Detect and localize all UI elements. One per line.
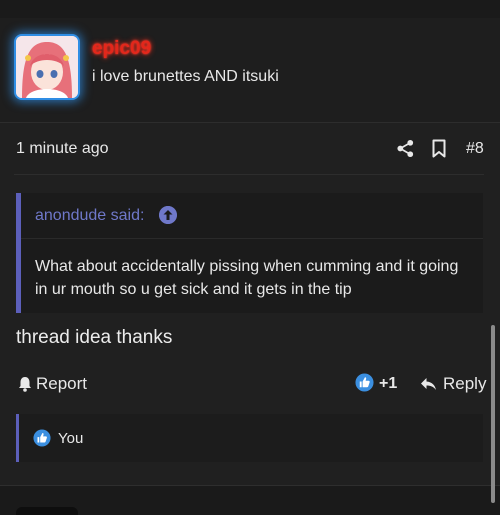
avatar[interactable] bbox=[14, 34, 80, 100]
user-title: i love brunettes AND itsuki bbox=[92, 68, 279, 85]
like-count[interactable]: +1 bbox=[379, 375, 397, 393]
username-link[interactable]: epic09 bbox=[92, 38, 151, 60]
bookmark-icon[interactable] bbox=[432, 139, 446, 158]
report-label: Report bbox=[36, 374, 88, 393]
quote-block: anondude said: What about accidentally p… bbox=[16, 193, 483, 313]
post-body: thread idea thanks bbox=[16, 327, 173, 348]
bell-icon bbox=[19, 377, 31, 392]
reply-button[interactable]: Reply bbox=[420, 374, 486, 394]
thumbs-up-icon bbox=[33, 429, 51, 447]
reply-label: Reply bbox=[443, 374, 487, 393]
quote-header: anondude said: bbox=[21, 193, 483, 239]
post-date[interactable]: 1 minute ago bbox=[16, 140, 109, 158]
share-icon[interactable] bbox=[396, 139, 415, 158]
next-post-edge bbox=[16, 507, 78, 515]
scrollbar[interactable] bbox=[491, 325, 495, 503]
header-divider bbox=[14, 174, 484, 175]
arrow-up-circle-icon[interactable] bbox=[159, 206, 177, 224]
reply-arrow-icon bbox=[421, 378, 436, 390]
reactions-bar[interactable]: You bbox=[16, 414, 483, 462]
report-button[interactable]: Report bbox=[18, 374, 87, 394]
quote-text: What about accidentally pissing when cum… bbox=[35, 258, 459, 298]
quote-author-link[interactable]: anondude said: bbox=[35, 207, 144, 225]
thumbs-up-icon[interactable] bbox=[355, 373, 374, 392]
reactions-summary: You bbox=[58, 430, 84, 447]
post-number-link[interactable]: #8 bbox=[466, 140, 484, 158]
